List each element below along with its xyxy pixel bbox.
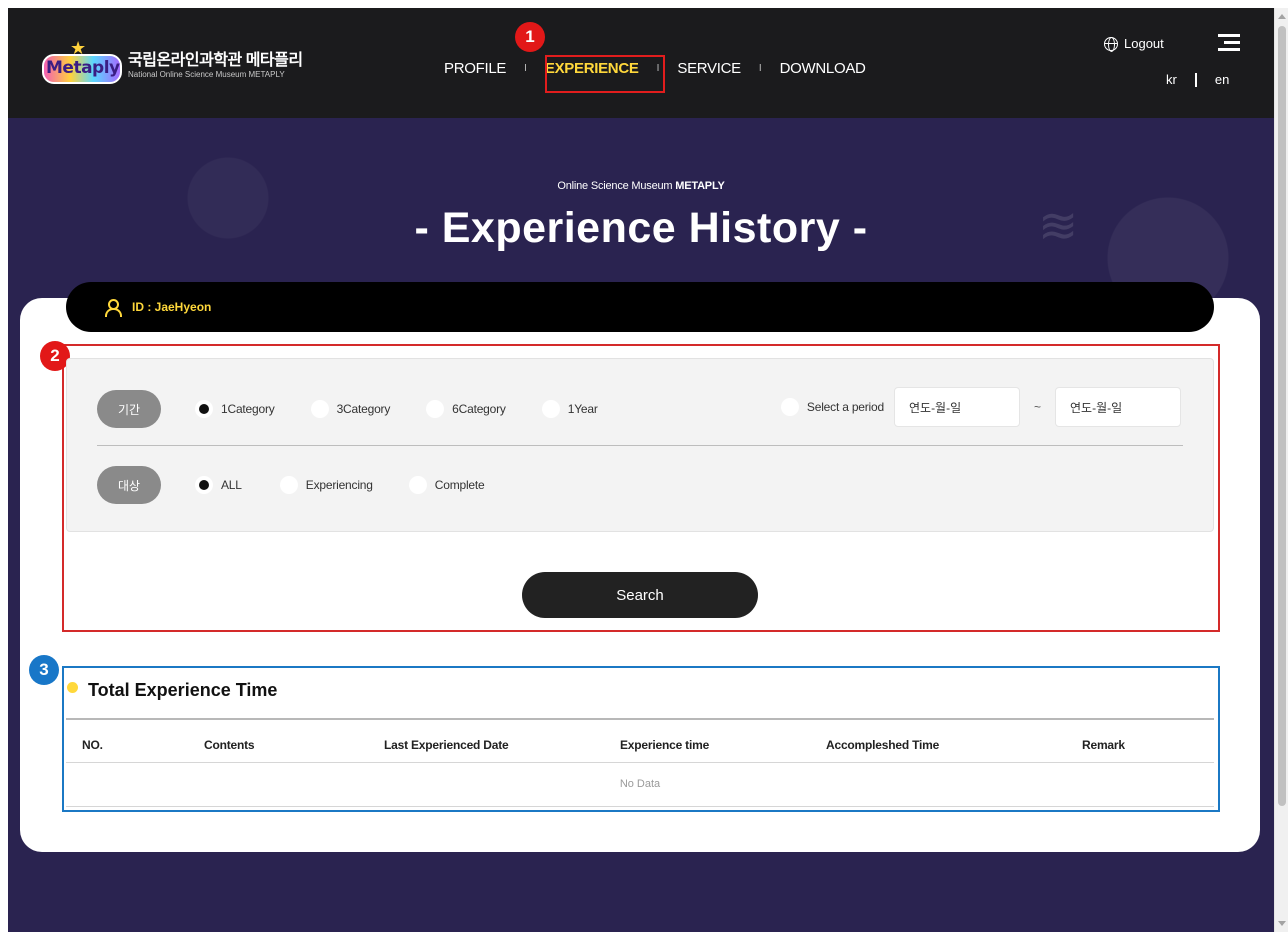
target-label: 대상: [97, 466, 161, 504]
lang-divider: [1194, 72, 1197, 87]
period-filter-row: 기간 1Category 3Category 6Category 1Year: [97, 389, 634, 429]
table-top-rule: [66, 718, 1214, 720]
table-title: Total Experience Time: [88, 680, 278, 700]
col-last-experienced-date: Last Experienced Date: [384, 738, 509, 752]
header-utilities: Logout kr en: [1104, 26, 1244, 106]
hero-subtitle-brand: METAPLY: [675, 180, 725, 192]
nav-separator: I: [524, 62, 527, 74]
annotation-box-experience: [545, 55, 665, 93]
page-title: - Experience History -: [414, 204, 868, 252]
radio-1category[interactable]: 1Category: [195, 400, 275, 418]
site-header: ★ Metaply 국립온라인과학관 메타플리 National Online …: [8, 8, 1274, 118]
radio-empty-icon: [310, 400, 329, 418]
radio-1year[interactable]: 1Year: [541, 400, 598, 418]
hero-subtitle-text: Online Science Museum: [557, 180, 676, 192]
radio-checked-icon: [195, 476, 213, 494]
filter-divider: [97, 445, 1183, 446]
menu-icon[interactable]: [1218, 34, 1240, 52]
radio-empty-icon: [780, 398, 799, 416]
site-logo[interactable]: ★ Metaply 국립온라인과학관 메타플리 National Online …: [36, 30, 336, 94]
scroll-down-icon[interactable]: [1278, 921, 1286, 926]
filter-panel: 기간 1Category 3Category 6Category 1Year S…: [66, 358, 1214, 532]
col-remark: Remark: [1082, 738, 1125, 752]
radio-checked-icon: [195, 400, 213, 418]
table-header-divider: [66, 762, 1214, 763]
logout-label: Logout: [1124, 36, 1164, 51]
radio-complete[interactable]: Complete: [408, 476, 485, 494]
col-no: NO.: [82, 738, 103, 752]
radio-6category[interactable]: 6Category: [426, 400, 506, 418]
scroll-up-icon[interactable]: [1278, 14, 1286, 19]
scroll-thumb[interactable]: [1278, 26, 1286, 806]
radio-experiencing[interactable]: Experiencing: [279, 476, 373, 494]
language-switch: kr en: [1166, 72, 1229, 87]
radio-empty-icon: [279, 476, 298, 494]
nav-separator: I: [758, 62, 762, 74]
globe-icon: [1104, 36, 1118, 52]
annotation-badge-3: 3: [29, 655, 59, 685]
col-contents: Contents: [204, 738, 255, 752]
nav-download[interactable]: DOWNLOAD: [780, 60, 866, 77]
logo-mark-text: Metaply: [46, 58, 120, 78]
user-icon: [104, 299, 122, 317]
radio-empty-icon: [541, 400, 560, 418]
date-range-separator: ~: [1033, 400, 1041, 414]
logo-korean-title: 국립온라인과학관 메타플리: [128, 52, 303, 69]
page-scrollbar[interactable]: [1274, 8, 1288, 932]
period-label: 기간: [97, 390, 161, 428]
radio-3category[interactable]: 3Category: [310, 400, 390, 418]
custom-period-group: Select a period 연도-월-일 ~ 연도-월-일: [780, 387, 1181, 427]
table-empty-state: No Data: [619, 778, 661, 790]
user-id-text: ID : JaeHyeon: [132, 300, 212, 314]
metaply-logo-mark: ★ Metaply: [36, 38, 124, 88]
hero-subtitle: Online Science Museum METAPLY: [8, 180, 1274, 192]
logout-link[interactable]: Logout: [1104, 36, 1164, 52]
section-bullet-icon: [67, 682, 78, 693]
nav-profile[interactable]: PROFILE: [444, 60, 506, 77]
date-from-input[interactable]: 연도-월-일: [893, 387, 1020, 427]
browser-viewport: ★ Metaply 국립온라인과학관 메타플리 National Online …: [0, 0, 1288, 932]
col-experience-time: Experience time: [620, 738, 710, 752]
lang-kr[interactable]: kr: [1166, 72, 1177, 87]
user-id-bar: ID : JaeHyeon: [66, 282, 1214, 332]
search-button[interactable]: Search: [522, 572, 758, 618]
radio-empty-icon: [408, 476, 427, 494]
logo-english-subtitle: National Online Science Museum METAPLY: [128, 70, 285, 79]
radio-empty-icon: [426, 400, 445, 418]
col-accomplished-time: Accompleshed Time: [826, 738, 940, 752]
target-filter-row: 대상 ALL Experiencing Complete: [97, 465, 521, 505]
table-header: NO. Contents Last Experienced Date Exper…: [66, 730, 1214, 762]
table-bottom-divider: [66, 806, 1214, 807]
lang-en[interactable]: en: [1215, 72, 1229, 87]
nav-service[interactable]: SERVICE: [677, 60, 741, 77]
radio-all[interactable]: ALL: [195, 476, 242, 494]
annotation-badge-1: 1: [515, 22, 545, 52]
date-to-input[interactable]: 연도-월-일: [1055, 387, 1181, 427]
radio-select-period[interactable]: Select a period: [780, 398, 884, 416]
